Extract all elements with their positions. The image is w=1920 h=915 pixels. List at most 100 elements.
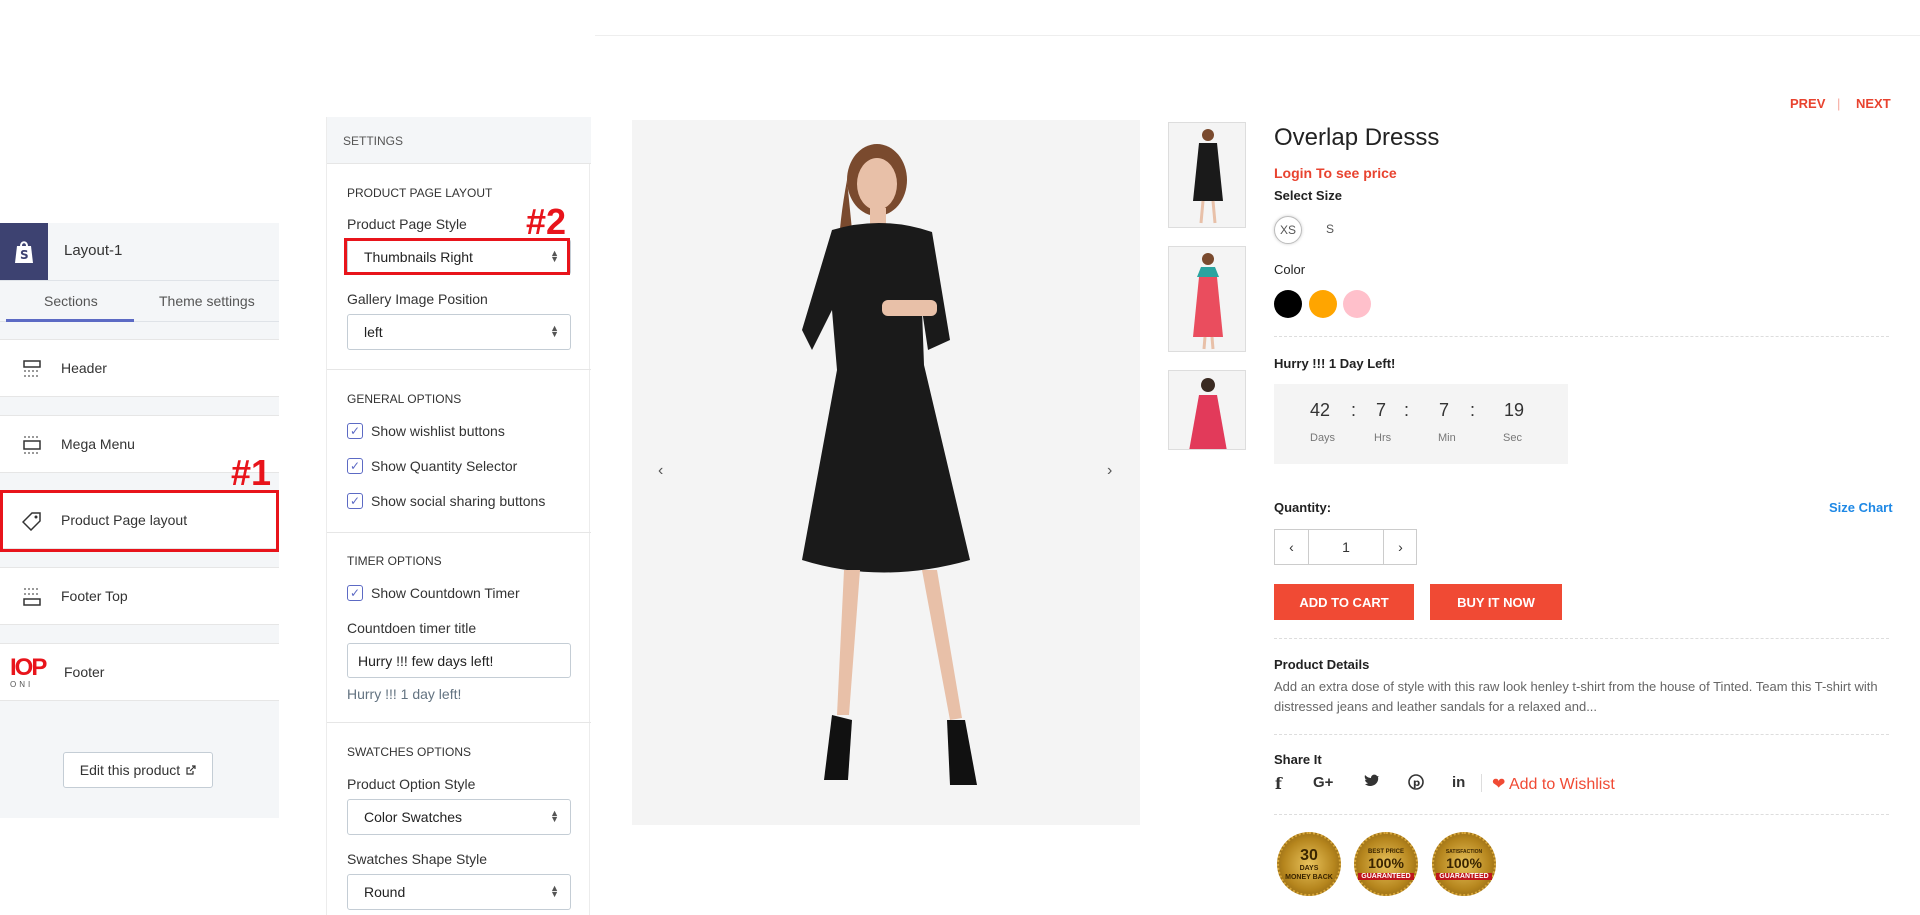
thumbnail-2[interactable] — [1168, 246, 1246, 352]
badge-ribbon: MONEY BACK — [1285, 874, 1333, 881]
color-label: Color — [1274, 262, 1306, 277]
badge-top: 100% — [1368, 854, 1404, 871]
tab-theme-settings[interactable]: Theme settings — [159, 293, 255, 309]
timer-sec: 19 — [1504, 400, 1525, 420]
size-label: XS — [1279, 223, 1296, 237]
edit-product-button[interactable]: Edit this product — [63, 752, 213, 788]
sidebar-header: S Layout-1 — [0, 223, 279, 280]
divider — [1274, 814, 1889, 815]
next-link[interactable]: NEXT — [1856, 96, 1891, 111]
footer-top-icon — [23, 588, 41, 606]
color-swatch-orange[interactable] — [1309, 290, 1337, 318]
annotation-box-1 — [0, 490, 279, 552]
dress-model-image — [802, 144, 977, 785]
timer-title-label: Countdoen timer title — [347, 620, 477, 636]
quantity-input[interactable]: 1 — [1309, 530, 1383, 564]
prev-link[interactable]: PREV — [1790, 96, 1825, 111]
select-value: left — [364, 324, 383, 340]
google-plus-icon[interactable]: G+ — [1313, 774, 1333, 791]
thumbnail-3[interactable] — [1168, 370, 1246, 450]
prev-next-separator: | — [1837, 96, 1841, 111]
top-divider — [595, 35, 1920, 36]
shape-style-select[interactable]: Round ▲ ▼ — [347, 874, 571, 910]
section-label: Mega Menu — [61, 436, 135, 452]
option-style-label: Product Option Style — [347, 776, 476, 792]
editor-tabs: Sections Theme settings — [0, 280, 279, 322]
annotation-label-2: #2 — [526, 201, 567, 242]
social-separator — [1481, 774, 1482, 792]
section-label: Footer — [64, 664, 105, 680]
shape-style-label: Swatches Shape Style — [347, 851, 488, 867]
buy-it-now-button[interactable]: BUY IT NOW — [1430, 584, 1562, 620]
product-title: Overlap Dresss — [1274, 124, 1440, 151]
section-item-header[interactable]: Header — [0, 339, 279, 397]
size-chart-link[interactable]: Size Chart — [1829, 500, 1893, 515]
tab-sections[interactable]: Sections — [44, 293, 98, 309]
timer-min: 7 — [1439, 400, 1450, 420]
svg-text:p: p — [1413, 778, 1420, 789]
product-details-label: Product Details — [1274, 657, 1370, 672]
checkbox-checked-icon: ✓ — [347, 458, 363, 474]
option-style-select[interactable]: Color Swatches ▲ ▼ — [347, 799, 571, 835]
countdown-timer-checkbox[interactable]: ✓ Show Countdown Timer — [347, 585, 520, 601]
quantity-stepper: ‹ 1 › — [1274, 529, 1417, 565]
checkbox-label: Show social sharing buttons — [371, 493, 546, 509]
linkedin-icon[interactable]: in — [1452, 774, 1465, 791]
thumbnail-image — [1193, 129, 1223, 224]
size-option-xs[interactable]: XS — [1274, 216, 1302, 244]
gallery-next-arrow[interactable]: › — [1107, 462, 1112, 480]
hurry-label: Hurry !!! 1 Day Left! — [1274, 356, 1396, 371]
wishlist-label: Add to Wishlist — [1508, 776, 1615, 793]
login-to-see-price-link[interactable]: Login To see price — [1274, 165, 1397, 181]
section-item-footer[interactable]: IOP ONI Footer — [0, 643, 279, 701]
select-arrows-icon: ▲ ▼ — [550, 323, 559, 339]
color-swatch-black[interactable] — [1274, 290, 1302, 318]
satisfaction-badge: SATISFACTION 100% GUARANTEED — [1432, 832, 1496, 896]
section-item-footer-top[interactable]: Footer Top — [0, 567, 279, 625]
gallery-position-label: Gallery Image Position — [347, 291, 488, 307]
quantity-selector-checkbox[interactable]: ✓ Show Quantity Selector — [347, 458, 517, 474]
badge-ribbon: GUARANTEED — [1436, 872, 1492, 880]
footer-logo-image: IOP ONI — [10, 656, 47, 689]
twitter-icon[interactable] — [1364, 774, 1380, 793]
facebook-icon[interactable]: f — [1275, 774, 1282, 793]
select-arrows-icon: ▲ ▼ — [550, 808, 559, 824]
gallery-prev-arrow[interactable]: ‹ — [658, 462, 663, 480]
annotation-label-1: #1 — [231, 452, 272, 493]
timer-separator: : — [1404, 400, 1410, 420]
quantity-increase-button[interactable]: › — [1383, 530, 1417, 564]
badge-sub: DAYS — [1299, 865, 1319, 872]
checkbox-label: Show wishlist buttons — [371, 423, 505, 439]
pinterest-icon[interactable]: p — [1408, 774, 1424, 795]
thumbnail-1[interactable] — [1168, 122, 1246, 228]
badge-ribbon: GUARANTEED — [1358, 872, 1414, 880]
money-back-badge: 30 DAYS MONEY BACK — [1277, 832, 1341, 896]
product-main-image[interactable] — [632, 120, 1140, 825]
wishlist-checkbox[interactable]: ✓ Show wishlist buttons — [347, 423, 505, 439]
settings-header: SETTINGS — [327, 117, 591, 164]
size-option-s[interactable]: S — [1326, 222, 1334, 236]
gallery-position-select[interactable]: left ▲ ▼ — [347, 314, 571, 350]
header-icon — [23, 360, 41, 377]
checkbox-checked-icon: ✓ — [347, 493, 363, 509]
timer-days: 42 — [1310, 400, 1331, 420]
share-it-label: Share It — [1274, 752, 1322, 767]
general-options-heading: GENERAL OPTIONS — [347, 392, 462, 406]
layout-name[interactable]: Layout-1 — [64, 242, 122, 259]
timer-hrs: 7 — [1376, 400, 1387, 420]
timer-separator: : — [1470, 400, 1476, 420]
divider — [1274, 734, 1889, 735]
add-to-wishlist-link[interactable]: ❤ Add to Wishlist — [1492, 774, 1615, 794]
divider — [327, 532, 591, 533]
quantity-decrease-button[interactable]: ‹ — [1275, 530, 1309, 564]
swatches-options-heading: SWATCHES OPTIONS — [347, 745, 472, 759]
timer-title-hint: Hurry !!! 1 day left! — [347, 686, 462, 702]
divider — [1274, 638, 1889, 639]
color-swatch-pink[interactable] — [1343, 290, 1371, 318]
checkbox-checked-icon: ✓ — [347, 423, 363, 439]
add-to-cart-button[interactable]: ADD TO CART — [1274, 584, 1414, 620]
timer-title-input[interactable]: Hurry !!! few days left! — [347, 643, 571, 678]
select-arrows-icon: ▲ ▼ — [550, 883, 559, 899]
thumbnail-image — [1189, 378, 1227, 449]
social-sharing-checkbox[interactable]: ✓ Show social sharing buttons — [347, 493, 545, 509]
